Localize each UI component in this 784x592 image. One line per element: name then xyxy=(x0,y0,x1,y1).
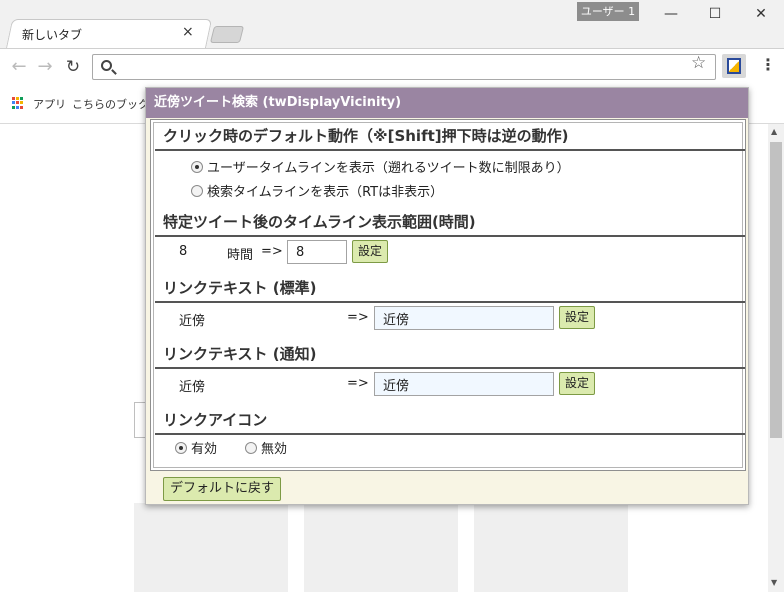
radio-label: 検索タイムラインを表示（RTは非表示） xyxy=(207,185,444,200)
range-hours-input[interactable] xyxy=(287,240,347,264)
scroll-up-arrow-icon[interactable]: ▲ xyxy=(771,127,777,136)
section-divider xyxy=(155,149,745,151)
link-standard-set-button[interactable]: 設定 xyxy=(559,306,596,329)
section-title-link-standard: リンクテキスト (標準) xyxy=(163,279,317,297)
page-tile[interactable] xyxy=(304,503,458,592)
radio-button-unchecked[interactable] xyxy=(245,441,257,454)
search-icon xyxy=(101,60,112,71)
section-divider xyxy=(155,235,745,237)
link-notify-current: 近傍 xyxy=(179,380,206,395)
section-divider xyxy=(155,367,745,369)
page-tile[interactable] xyxy=(134,503,288,592)
section-divider xyxy=(155,433,745,435)
scrollbar-thumb[interactable] xyxy=(770,142,782,438)
close-window-button[interactable]: ✕ xyxy=(746,4,776,24)
menu-icon[interactable]: ⋮ xyxy=(760,55,776,74)
radio-button-unchecked[interactable] xyxy=(191,184,203,197)
apps-grid-icon[interactable] xyxy=(12,97,24,109)
section-title-display-range: 特定ツイート後のタイムライン表示範囲(時間) xyxy=(163,213,476,231)
back-arrow-icon[interactable]: ← xyxy=(8,56,30,78)
section-title-link-icon: リンクアイコン xyxy=(163,411,268,429)
radio-option-icon-disabled[interactable]: 無効 xyxy=(245,438,287,457)
radio-button-checked[interactable] xyxy=(175,441,187,454)
minimize-button[interactable]: — xyxy=(656,4,686,24)
reset-defaults-button[interactable]: デフォルトに戻す xyxy=(163,477,282,501)
bookmark-apps[interactable]: アプリ xyxy=(33,96,66,112)
range-arrow: => xyxy=(261,244,283,259)
apps-grid-dot xyxy=(20,105,23,109)
popup-title: 近傍ツイート検索 (twDisplayVicinity) xyxy=(146,88,748,118)
radio-label: ユーザータイムラインを表示（遡れるツイート数に制限あり） xyxy=(207,161,570,176)
apps-grid-dot xyxy=(12,97,15,100)
page-tile[interactable] xyxy=(474,503,628,592)
apps-grid-dot xyxy=(20,101,23,105)
apps-grid-dot xyxy=(16,105,19,109)
reload-icon[interactable]: ↻ xyxy=(62,56,84,78)
link-notify-arrow: => xyxy=(347,376,369,391)
apps-grid-dot xyxy=(16,97,19,100)
radio-label: 有効 xyxy=(191,442,218,457)
section-divider xyxy=(155,301,745,303)
apps-grid-dot xyxy=(12,101,15,105)
link-notify-input[interactable] xyxy=(374,372,554,396)
extension-icon xyxy=(727,58,741,74)
maximize-button[interactable]: ☐ xyxy=(700,4,730,24)
new-tab-button[interactable] xyxy=(209,26,245,43)
apps-grid-dot xyxy=(20,97,23,100)
radio-button-checked[interactable] xyxy=(191,160,203,173)
section-title-link-notify: リンクテキスト (通知) xyxy=(163,345,317,363)
range-unit-label: 時間 xyxy=(227,248,254,263)
address-bar[interactable] xyxy=(92,54,716,80)
link-standard-input[interactable] xyxy=(374,306,554,330)
bookmark-star-icon[interactable]: ☆ xyxy=(691,53,706,73)
bookmark-item[interactable]: こちらのブックマー xyxy=(72,96,146,112)
browser-toolbar: ← → ↻ xyxy=(0,48,784,86)
address-input[interactable] xyxy=(121,57,681,77)
scroll-down-arrow-icon[interactable]: ▼ xyxy=(771,578,777,587)
radio-option-icon-enabled[interactable]: 有効 xyxy=(175,438,217,457)
apps-grid-dot xyxy=(16,101,19,105)
section-title-click-action: クリック時のデフォルト動作（※[Shift]押下時は逆の動作) xyxy=(163,127,569,145)
radio-option-user-timeline[interactable]: ユーザータイムラインを表示（遡れるツイート数に制限あり） xyxy=(191,157,570,176)
link-standard-arrow: => xyxy=(347,310,369,325)
range-set-button[interactable]: 設定 xyxy=(352,240,389,263)
popup-settings-panel: クリック時のデフォルト動作（※[Shift]押下時は逆の動作) ユーザータイムラ… xyxy=(150,119,746,471)
forward-arrow-icon[interactable]: → xyxy=(34,56,56,78)
apps-grid-dot xyxy=(12,105,15,109)
link-notify-set-button[interactable]: 設定 xyxy=(559,372,596,395)
profile-button[interactable]: ユーザー 1 xyxy=(577,2,639,21)
extension-popup: 近傍ツイート検索 (twDisplayVicinity) クリック時のデフォルト… xyxy=(145,87,749,505)
extension-button[interactable] xyxy=(722,54,746,78)
radio-label: 無効 xyxy=(261,442,288,457)
tab-title: 新しいタブ xyxy=(22,28,83,42)
link-standard-current: 近傍 xyxy=(179,314,206,329)
tab-close-icon[interactable]: × xyxy=(182,24,194,40)
radio-option-search-timeline[interactable]: 検索タイムラインを表示（RTは非表示） xyxy=(191,181,443,200)
range-current-value: 8 xyxy=(179,244,188,259)
